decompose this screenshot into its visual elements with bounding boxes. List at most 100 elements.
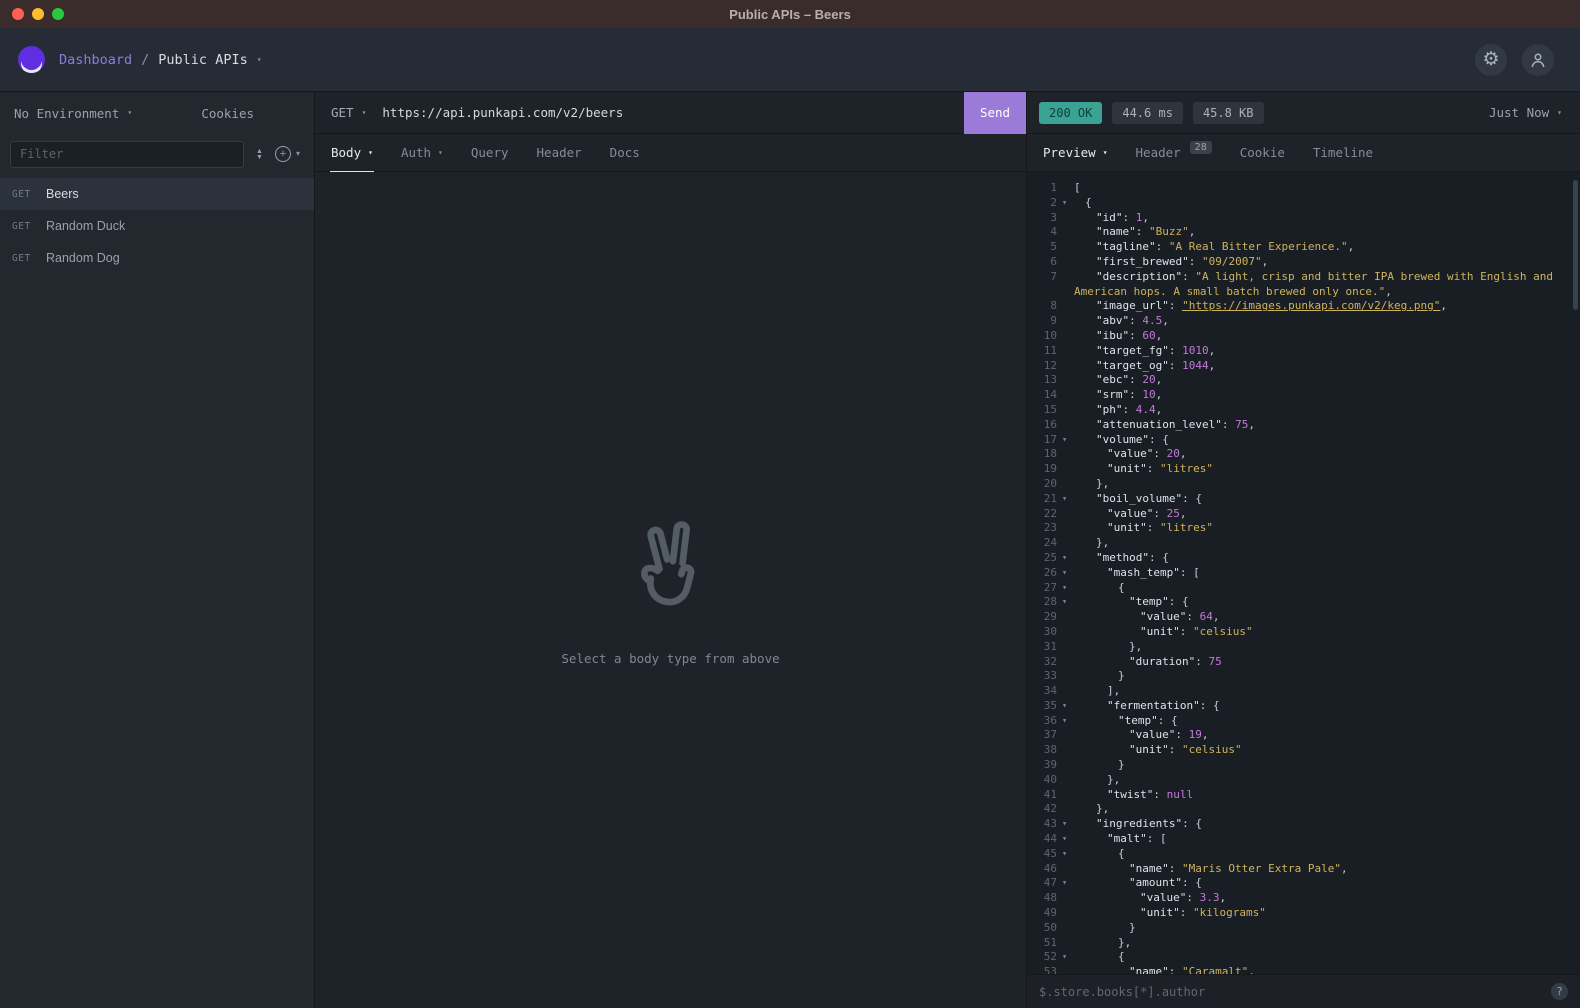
tab-label: Body	[331, 145, 361, 160]
tab-header[interactable]: Header	[523, 134, 596, 171]
token: },	[1096, 802, 1109, 815]
token: "fermentation"	[1107, 699, 1200, 712]
line-number: 51	[1027, 936, 1061, 951]
method-label: GET	[331, 105, 354, 120]
fold-spacer	[1061, 447, 1074, 462]
help-icon[interactable]: ?	[1551, 983, 1568, 1000]
request-list-item-random-dog[interactable]: GETRandom Dog	[0, 242, 314, 274]
code-text: "ebc": 20,	[1074, 373, 1580, 388]
sort-button[interactable]: ▲ ▼	[256, 149, 263, 160]
sidebar-filter-input[interactable]	[10, 141, 244, 168]
token: [	[1193, 566, 1200, 579]
cookies-button[interactable]: Cookies	[201, 106, 254, 121]
token: "litres"	[1160, 462, 1213, 475]
fold-toggle-icon[interactable]: ▾	[1061, 847, 1074, 862]
json-link[interactable]: "https://images.punkapi.com/v2/keg.png"	[1182, 299, 1440, 312]
breadcrumb-dashboard-link[interactable]: Dashboard	[59, 52, 132, 68]
request-name-label: Random Duck	[46, 219, 125, 233]
request-list-item-random-duck[interactable]: GETRandom Duck	[0, 210, 314, 242]
fold-toggle-icon[interactable]: ▾	[1061, 492, 1074, 507]
send-button[interactable]: Send	[964, 92, 1026, 134]
scrollbar-thumb[interactable]	[1573, 180, 1578, 310]
token: 20	[1142, 373, 1155, 386]
chevron-down-icon[interactable]: ▾	[257, 56, 262, 64]
url-input[interactable]: https://api.punkapi.com/v2/beers	[382, 105, 964, 120]
code-text: "srm": 10,	[1074, 388, 1580, 403]
fold-toggle-icon[interactable]: ▾	[1061, 832, 1074, 847]
fold-spacer	[1061, 728, 1074, 743]
fold-toggle-icon[interactable]: ▾	[1061, 876, 1074, 891]
line-number: 38	[1027, 743, 1061, 758]
fold-toggle-icon[interactable]: ▾	[1061, 714, 1074, 729]
token: }	[1118, 758, 1125, 771]
settings-button[interactable]: ⚙	[1475, 44, 1507, 76]
request-list-item-beers[interactable]: GETBeers	[0, 178, 314, 210]
fold-spacer	[1061, 181, 1074, 196]
line-number: 42	[1027, 802, 1061, 817]
response-tab-cookie[interactable]: Cookie	[1226, 134, 1299, 171]
response-tab-preview[interactable]: Preview▾	[1029, 134, 1122, 171]
fold-toggle-icon[interactable]: ▾	[1061, 196, 1074, 211]
token: ,	[1209, 344, 1216, 357]
code-text: },	[1074, 936, 1580, 951]
breadcrumb-workspace-name[interactable]: Public APIs	[158, 52, 247, 68]
line-number: 21	[1027, 492, 1061, 507]
token: ,	[1209, 359, 1216, 372]
method-selector[interactable]: GET ▾	[315, 105, 382, 120]
token: 60	[1142, 329, 1155, 342]
response-tab-timeline[interactable]: Timeline	[1299, 134, 1387, 171]
response-tab-header[interactable]: Header28	[1122, 134, 1226, 171]
code-text: "attenuation_level": 75,	[1074, 418, 1580, 433]
line-number: 50	[1027, 921, 1061, 936]
line-number: 6	[1027, 255, 1061, 270]
app-header: Dashboard / Public APIs ▾ ⚙	[0, 28, 1580, 92]
tab-docs[interactable]: Docs	[596, 134, 654, 171]
environment-selector[interactable]: No Environment ▾	[14, 106, 132, 121]
fold-toggle-icon[interactable]: ▾	[1061, 595, 1074, 610]
code-text: }	[1074, 758, 1580, 773]
response-filter-input[interactable]	[1039, 985, 1541, 999]
tab-query[interactable]: Query	[457, 134, 523, 171]
code-line: 15"ph": 4.4,	[1027, 403, 1580, 418]
token: :	[1169, 965, 1182, 974]
response-history-dropdown[interactable]: Just Now ▾	[1489, 105, 1568, 120]
fold-toggle-icon[interactable]: ▾	[1061, 950, 1074, 965]
close-window-button[interactable]	[12, 8, 24, 20]
token: [	[1074, 181, 1081, 194]
line-number: 9	[1027, 314, 1061, 329]
code-text: "value": 20,	[1074, 447, 1580, 462]
fold-toggle-icon[interactable]: ▾	[1061, 433, 1074, 448]
token: :	[1158, 714, 1171, 727]
token: }	[1129, 921, 1136, 934]
token: :	[1149, 551, 1162, 564]
token: :	[1149, 433, 1162, 446]
tab-auth[interactable]: Auth▾	[387, 134, 457, 171]
fold-toggle-icon[interactable]: ▾	[1061, 699, 1074, 714]
code-text: },	[1074, 802, 1580, 817]
account-button[interactable]	[1522, 44, 1554, 76]
fold-toggle-icon[interactable]: ▾	[1061, 581, 1074, 596]
fold-toggle-icon[interactable]: ▾	[1061, 817, 1074, 832]
tab-body[interactable]: Body▾	[317, 134, 387, 171]
code-text: "description": "A light, crisp and bitte…	[1074, 270, 1580, 300]
response-recency-label: Just Now	[1489, 105, 1549, 120]
token: ],	[1107, 684, 1120, 697]
token: ,	[1156, 329, 1163, 342]
fold-toggle-icon[interactable]: ▾	[1061, 566, 1074, 581]
fold-toggle-icon[interactable]: ▾	[1061, 551, 1074, 566]
code-text: "ibu": 60,	[1074, 329, 1580, 344]
user-icon	[1529, 51, 1547, 69]
minimize-window-button[interactable]	[32, 8, 44, 20]
code-text: "unit": "litres"	[1074, 521, 1580, 536]
token: :	[1129, 329, 1142, 342]
code-line: 14"srm": 10,	[1027, 388, 1580, 403]
zoom-window-button[interactable]	[52, 8, 64, 20]
token: "srm"	[1096, 388, 1129, 401]
token: :	[1200, 699, 1213, 712]
code-text: "tagline": "A Real Bitter Experience.",	[1074, 240, 1580, 255]
token: 3.3	[1200, 891, 1220, 904]
token: :	[1180, 906, 1193, 919]
chevron-down-icon: ▾	[1557, 109, 1562, 117]
add-request-button[interactable]: + ▾	[275, 146, 304, 162]
line-number: 48	[1027, 891, 1061, 906]
